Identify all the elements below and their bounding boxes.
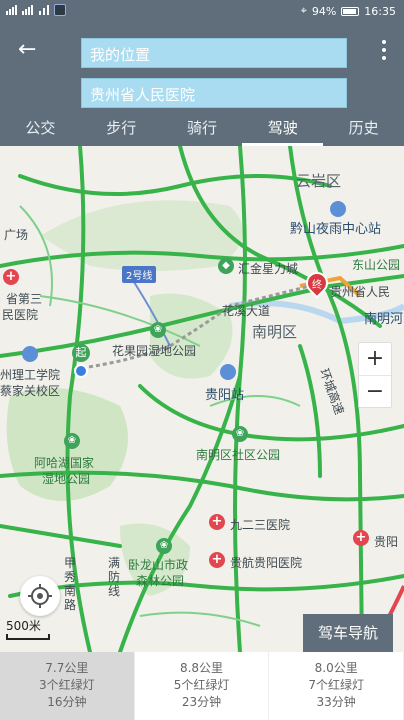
signal-icon-2 [22,5,34,15]
shopping-icon: ◆ [218,258,234,274]
zoom-control: + − [358,342,392,408]
park-icon-nanming: ❀ [232,426,248,442]
hospital-icon-guihang: + [209,552,225,568]
tab-drive[interactable]: 驾驶 [242,114,323,146]
route-options: 7.7公里 3个红绿灯 16分钟 8.8公里 5个红绿灯 23分钟 8.0公里 … [0,652,404,720]
route-time: 16分钟 [47,695,87,709]
label-guiyang-station: 贵阳站 [205,388,245,403]
map-scale-bar [6,634,50,640]
route-lights: 7个红绿灯 [308,678,364,692]
label-wolong: 卧龙山市政 [128,558,189,572]
app-notification-icon [54,4,66,16]
label-guizhou-hospital: 贵州省人民 [330,285,391,299]
label-senlin: 森林公园 [136,574,185,588]
status-icons-right: ⌖ 94% 16:35 [301,4,396,18]
route-distance: 8.8公里 [179,661,224,675]
label-nanming: 南明区 [252,323,298,341]
status-bar: ⌖ 94% 16:35 [0,0,404,24]
route-time: 33分钟 [316,695,356,709]
tab-walk[interactable]: 步行 [81,114,162,146]
destination-input[interactable]: 贵州省人民医院 [81,78,347,108]
current-location-dot [74,364,88,378]
route-header: ← 我的位置 贵州省人民医院 [0,24,404,114]
bus-station-icon [330,201,346,217]
label-zhouligong: 州理工学院 [0,368,61,382]
route-distance: 7.7公里 [45,661,89,675]
hospital-icon-left: + [3,269,19,285]
label-qianshan: 黔山夜雨中心站 [290,222,382,237]
map-scale-label: 500米 [6,619,41,633]
label-jiaxiu: 甲秀南路 [64,556,77,612]
school-icon [22,346,38,362]
locate-button[interactable] [20,576,60,616]
label-yunyan: 云岩区 [296,172,342,190]
map-view[interactable]: 云岩区 黔山夜雨中心站 东山公园 汇金星力城 ◆ 南明区 南明河 贵州省人民 省… [0,146,404,652]
label-caijia: 蔡家关校区 [0,384,61,398]
label-huaguoyuan: 花果园湿地公园 [112,344,197,358]
hospital-icon-right: + [353,530,369,546]
route-time: 23分钟 [181,695,222,709]
park-icon-huaguoyuan: ❀ [150,322,166,338]
route-end-label: 终 [312,280,322,291]
status-icons-left [6,4,66,16]
wifi-icon [38,5,50,15]
label-huijin: 汇金星力城 [238,262,299,276]
battery-icon [341,6,360,16]
travel-mode-tabs: 公交 步行 骑行 驾驶 历史 [0,114,404,146]
origin-input[interactable]: 我的位置 [81,38,347,68]
route-option-2[interactable]: 8.8公里 5个红绿灯 23分钟 [135,652,270,720]
label-nanming-river: 南明河 [364,312,404,327]
route-lights: 3个红绿灯 [39,678,95,692]
label-guang: 广场 [4,228,29,242]
label-huaxi: 花溪大道 [222,304,271,318]
crosshair-icon [28,584,52,608]
tab-bike[interactable]: 骑行 [162,114,243,146]
label-minyiyuan: 民医院 [2,308,39,322]
route-start-marker: 起 [72,344,90,362]
label-ahahu: 阿哈湖国家 [34,456,95,470]
train-station-icon [220,364,236,380]
tab-bus[interactable]: 公交 [0,114,81,146]
label-mandong: 满防线 [108,556,121,598]
route-lights: 5个红绿灯 [173,678,230,692]
clock: 16:35 [364,4,396,18]
battery-percent: 94% [311,4,337,18]
park-icon-wolong: ❀ [156,538,172,554]
label-jiuersan: 九二三医院 [230,518,291,532]
zoom-in-button[interactable]: + [359,343,391,376]
signal-icon [6,5,18,15]
label-gui: 贵阳 [374,535,399,549]
park-icon-ahahu: ❀ [64,433,80,449]
tab-history[interactable]: 历史 [323,114,404,146]
location-icon: ⌖ [300,4,307,17]
back-button[interactable]: ← [18,38,46,66]
label-shidi: 湿地公园 [42,472,91,486]
label-guizhou3: 省第三 [6,292,43,306]
arrow-left-icon: ← [18,37,37,62]
start-navigation-button[interactable]: 驾车导航 [303,614,393,652]
hospital-icon-923: + [209,514,225,530]
more-menu-button[interactable] [380,40,388,64]
label-nanming-park: 南明区社区公园 [196,448,281,462]
zoom-out-button[interactable]: − [359,376,391,409]
label-guihang: 贵航贵阳医院 [230,556,303,570]
route-distance: 8.0公里 [314,661,358,675]
metro-line-2-badge: 2号线 [122,266,157,283]
route-option-1[interactable]: 7.7公里 3个红绿灯 16分钟 [0,652,135,720]
route-option-3[interactable]: 8.0公里 7个红绿灯 33分钟 [269,652,404,720]
label-dongshan: 东山公园 [352,258,401,272]
